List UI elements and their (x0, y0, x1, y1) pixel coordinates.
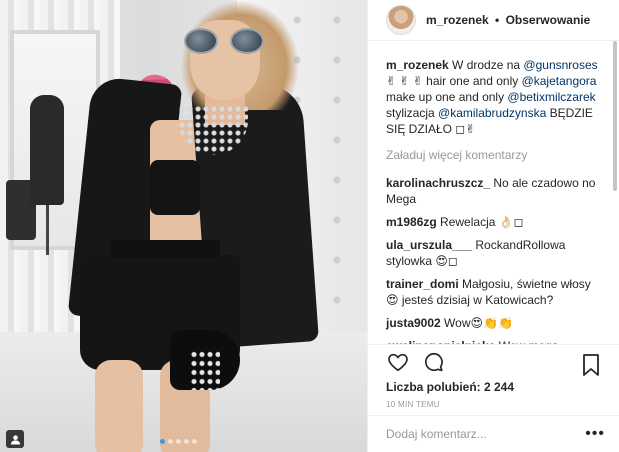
carousel-dot[interactable] (160, 439, 165, 444)
comment-username[interactable]: justa9002 (386, 316, 441, 330)
caption-text: make up one and only (386, 90, 508, 105)
comment-username[interactable]: karolinachruszcz_ (386, 176, 490, 190)
comment-username[interactable]: ula_urszula___ (386, 238, 472, 252)
bag-studs (190, 350, 220, 390)
add-comment-input[interactable] (386, 426, 586, 441)
header-username[interactable]: m_rozenek (426, 13, 489, 27)
more-options-button[interactable]: ••• (585, 425, 605, 443)
post-timestamp[interactable]: 10 MIN TEMU (368, 396, 619, 415)
comment-list: karolinachruszcz_ No ale czadowo no Mega… (386, 175, 605, 344)
post-sidebar: m_rozenek • Obserwowanie m_rozenek W dro… (367, 0, 619, 452)
comments-section: m_rozenek W drodze na @gunsnroses ✌ ✌ ✌ … (368, 41, 619, 344)
person-figure (0, 0, 367, 452)
carousel-dot[interactable] (192, 439, 197, 444)
user-tag-icon[interactable] (6, 430, 24, 448)
following-button[interactable]: Obserwowanie (506, 13, 591, 27)
comment-text: Rewelacja 👌🏻◻ (440, 215, 524, 230)
comment-item: m1986zg Rewelacja 👌🏻◻ (386, 214, 605, 230)
header-separator: • (495, 13, 500, 28)
comment-bubble-icon[interactable] (422, 350, 446, 374)
heart-icon[interactable] (386, 350, 410, 374)
comment-item: trainer_domi Małgosiu, świetne włosy 😍 j… (386, 276, 605, 308)
mention-link[interactable]: @betixmilczarek (507, 90, 595, 104)
comment-item: justa9002 Wow😍👏👏 (386, 315, 605, 331)
sunglasses (184, 28, 270, 54)
black-bralette (150, 160, 200, 215)
comment-item: karolinachruszcz_ No ale czadowo no Mega (386, 175, 605, 207)
caption-text: W drodze na (452, 58, 524, 73)
comment-text: Wow😍👏👏 (444, 316, 513, 331)
caption: m_rozenek W drodze na @gunsnroses ✌ ✌ ✌ … (386, 57, 605, 137)
add-comment-bar: ••• (368, 414, 619, 452)
comment-username[interactable]: trainer_domi (386, 277, 459, 291)
comment-item: ula_urszula___ RockandRollowa stylowka 😍… (386, 237, 605, 269)
post-photo[interactable] (0, 0, 367, 452)
caption-username[interactable]: m_rozenek (386, 58, 449, 72)
action-bar (368, 344, 619, 378)
load-more-comments-link[interactable]: Załaduj więcej komentarzy (386, 147, 605, 163)
caption-text: stylizacja (386, 106, 439, 121)
carousel-dot[interactable] (168, 439, 173, 444)
comments-scrollbar[interactable] (613, 41, 617, 192)
avatar[interactable] (386, 5, 416, 36)
carousel-dot[interactable] (184, 439, 189, 444)
caption-text: ✌ ✌ ✌ hair one and only (386, 74, 522, 89)
instagram-post: m_rozenek • Obserwowanie m_rozenek W dro… (0, 0, 619, 452)
mention-link[interactable]: @kajetangora (522, 74, 597, 88)
bookmark-icon[interactable] (579, 353, 603, 377)
carousel-dot[interactable] (176, 439, 181, 444)
mention-link[interactable]: @kamilabrudzynska (438, 106, 546, 120)
post-header: m_rozenek • Obserwowanie (368, 0, 619, 42)
comment-username[interactable]: m1986zg (386, 215, 437, 229)
carousel-dots (160, 439, 197, 444)
belt (110, 240, 220, 258)
left-leg (95, 360, 143, 452)
mention-link[interactable]: @gunsnroses (523, 58, 597, 72)
likes-count[interactable]: Liczba polubień: 2 244 (368, 378, 619, 396)
